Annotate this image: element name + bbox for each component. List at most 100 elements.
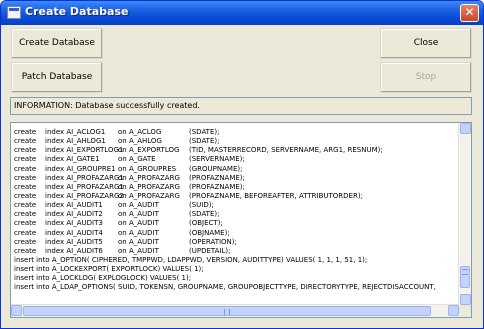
log-line-cols: (OBJNAME); xyxy=(189,228,230,237)
log-line-cols: (UPDETAIL); xyxy=(189,246,231,255)
log-line-cols: (PROFAZNAME, BEFOREAFTER, ATTRIBUTORDER)… xyxy=(189,191,363,200)
log-line-kw: create xyxy=(14,128,37,136)
log-line: create index AI_AUDIT3 on A_AUDIT (OBJECT); xyxy=(13,219,459,228)
log-line-kw: create xyxy=(14,137,37,146)
log-line-on: on A_PROFAZARG xyxy=(118,173,180,182)
stop-button[interactable]: Stop xyxy=(380,62,472,93)
log-line: insert into A_LOCKEXPORT( EXPORTLOCK) VA… xyxy=(13,265,459,274)
log-line-text: insert into A_LDAP_OPTIONS( SUID, TOKENS… xyxy=(14,283,436,292)
log-line-kw: create xyxy=(14,164,37,173)
horizontal-scroll-thumb[interactable] xyxy=(23,306,431,316)
log-line-text: insert into A_LOCKEXPORT( EXPORTLOCK) VA… xyxy=(14,265,204,274)
log-line-cols: (OPERATION); xyxy=(189,237,237,246)
log-line-on: on A_GATE xyxy=(118,155,156,164)
horizontal-scrollbar[interactable] xyxy=(11,304,459,317)
log-line: create index AI_PROFAZARG1 on A_PROFAZARG (… xyxy=(13,183,459,192)
information-status: INFORMATION: Database successfully creat… xyxy=(10,97,472,115)
log-line-kw: create xyxy=(14,228,37,237)
log-line-cols: (SUID); xyxy=(189,201,214,210)
log-line: create index AI_AUDIT2 on A_AUDIT (SDATE); xyxy=(13,210,459,219)
log-line-on: on A_AUDIT xyxy=(118,228,159,237)
log-line: create index AI_AUDIT6 on A_AUDIT (UPDETAIL… xyxy=(13,247,459,256)
log-line-kw: create xyxy=(14,246,37,255)
log-line-cols: (OBJECT); xyxy=(189,219,223,228)
close-icon: ✕ xyxy=(464,5,475,19)
log-line-cols: (GROUPNAME); xyxy=(189,164,243,173)
vertical-scroll-thumb[interactable] xyxy=(460,266,470,288)
patch-database-button[interactable]: Patch Database xyxy=(11,62,103,93)
log-line-idx: index AI_AUDIT1 xyxy=(45,201,103,210)
log-line-idx: index AI_AUDIT2 xyxy=(45,210,103,219)
log-line-kw: create xyxy=(14,210,37,219)
log-line: create index AI_AUDIT5 on A_AUDIT (OPERATIO… xyxy=(13,238,459,247)
window-title: Create Database xyxy=(25,5,129,18)
log-line-cols: (SDATE); xyxy=(189,210,220,219)
log-line-idx: index AI_AUDIT5 xyxy=(45,237,103,246)
scroll-down-icon[interactable] xyxy=(460,294,471,305)
scroll-left-icon[interactable] xyxy=(11,305,22,316)
log-line-idx: index AI_AUDIT3 xyxy=(45,219,103,228)
log-line-idx: index AI_ACLOG1 xyxy=(45,128,106,136)
log-line-on: on A_AUDIT xyxy=(118,246,159,255)
log-line-idx: index AI_PROFAZARG1 xyxy=(45,182,124,191)
log-line-cols: (PROFAZNAME); xyxy=(189,182,245,191)
log-lines: create index AI_ACLOG1 on A_ACLOG (SDATE); c… xyxy=(13,128,459,298)
log-line: insert into A_LOCKLOG( EXPLOGLOCK) VALUE… xyxy=(13,274,459,283)
log-line-idx: index AI_PROFAZARG1 xyxy=(45,173,124,182)
log-line-kw: create xyxy=(14,191,37,200)
scroll-right-icon[interactable] xyxy=(448,305,459,316)
log-line-kw: create xyxy=(14,201,37,210)
log-line: create index AI_ACLOG1 on A_ACLOG (SDATE); xyxy=(13,128,459,137)
scroll-corner xyxy=(459,305,471,317)
scroll-up-icon[interactable] xyxy=(460,123,471,134)
log-line-kw: create xyxy=(14,146,37,155)
log-line-kw: create xyxy=(14,219,37,228)
log-line: create index AI_GATE1 on A_GATE (SERVERNAME… xyxy=(13,155,459,164)
log-line: create index AI_PROFAZARG1 on A_PROFAZARG (… xyxy=(13,174,459,183)
create-database-window: Create Database ✕ Create Database Close … xyxy=(0,0,484,329)
log-line-on: on A_AUDIT xyxy=(118,237,159,246)
log-line: create index AI_PROFAZARG2 on A_PROFAZARG (… xyxy=(13,192,459,201)
log-line-on: on A_AHLOG xyxy=(118,137,162,146)
log-line: create index AI_AHLOG1 on A_AHLOG (SDATE); xyxy=(13,137,459,146)
log-line: insert into A_OPTION( CIPHERED, TMPPWD, … xyxy=(13,256,459,265)
log-line-cols: (SDATE); xyxy=(189,137,220,146)
log-line-on: on A_GROUPRES xyxy=(118,164,177,173)
app-icon xyxy=(7,6,21,19)
log-line: insert into A_LDAP_OPTIONS( SUID, TOKENS… xyxy=(13,283,459,292)
log-line: create index AI_GROUPRE1 on A_GROUPRES (GRO… xyxy=(13,165,459,174)
log-line-cols: (TID, MASTERRECORD, SERVERNAME, ARG1, RE… xyxy=(189,146,383,155)
log-line-kw: create xyxy=(14,155,37,164)
log-line-on: on A_PROFAZARG xyxy=(118,182,180,191)
log-line-idx: index AI_GATE1 xyxy=(45,155,100,164)
log-line-cols: (SERVERNAME); xyxy=(189,155,245,164)
window-close-button[interactable]: ✕ xyxy=(460,4,479,22)
log-line: create index AI_EXPORTLOG1 on A_EXPORTLOG (… xyxy=(13,146,459,155)
log-line-idx: index AI_EXPORTLOG1 xyxy=(45,146,124,155)
log-line-on: on A_ACLOG xyxy=(118,128,162,136)
log-line-idx: index AI_AUDIT4 xyxy=(45,228,103,237)
log-line-on: on A_AUDIT xyxy=(118,210,159,219)
title-bar[interactable]: Create Database ✕ xyxy=(1,1,483,25)
log-line-idx: index AI_AUDIT6 xyxy=(45,246,103,255)
log-line-cols: (SDATE); xyxy=(189,128,220,136)
sql-log-textbox[interactable]: create index AI_ACLOG1 on A_ACLOG (SDATE); c… xyxy=(10,122,472,318)
log-line-text: insert into A_OPTION( CIPHERED, TMPPWD, … xyxy=(14,255,368,264)
log-line-on: on A_AUDIT xyxy=(118,201,159,210)
log-line: create index AI_AUDIT1 on A_AUDIT (SUID); xyxy=(13,201,459,210)
log-line-kw: create xyxy=(14,182,37,191)
log-line-kw: create xyxy=(14,237,37,246)
log-line-text: insert into A_LOCKLOG( EXPLOGLOCK) VALUE… xyxy=(14,274,192,283)
log-line-kw: create xyxy=(14,173,37,182)
log-line-cols: (PROFAZNAME); xyxy=(189,173,245,182)
create-database-button[interactable]: Create Database xyxy=(11,28,103,59)
log-line-idx: index AI_GROUPRE1 xyxy=(45,164,116,173)
log-line-idx: index AI_AHLOG1 xyxy=(45,137,106,146)
log-line-on: on A_AUDIT xyxy=(118,219,159,228)
log-line-on: on A_EXPORTLOG xyxy=(118,146,180,155)
log-line-on: on A_PROFAZARG xyxy=(118,191,180,200)
vertical-scrollbar[interactable] xyxy=(458,123,471,305)
log-line-idx: index AI_PROFAZARG2 xyxy=(45,191,124,200)
close-button[interactable]: Close xyxy=(380,28,472,59)
log-line: create index AI_AUDIT4 on A_AUDIT (OBJNAME)… xyxy=(13,229,459,238)
